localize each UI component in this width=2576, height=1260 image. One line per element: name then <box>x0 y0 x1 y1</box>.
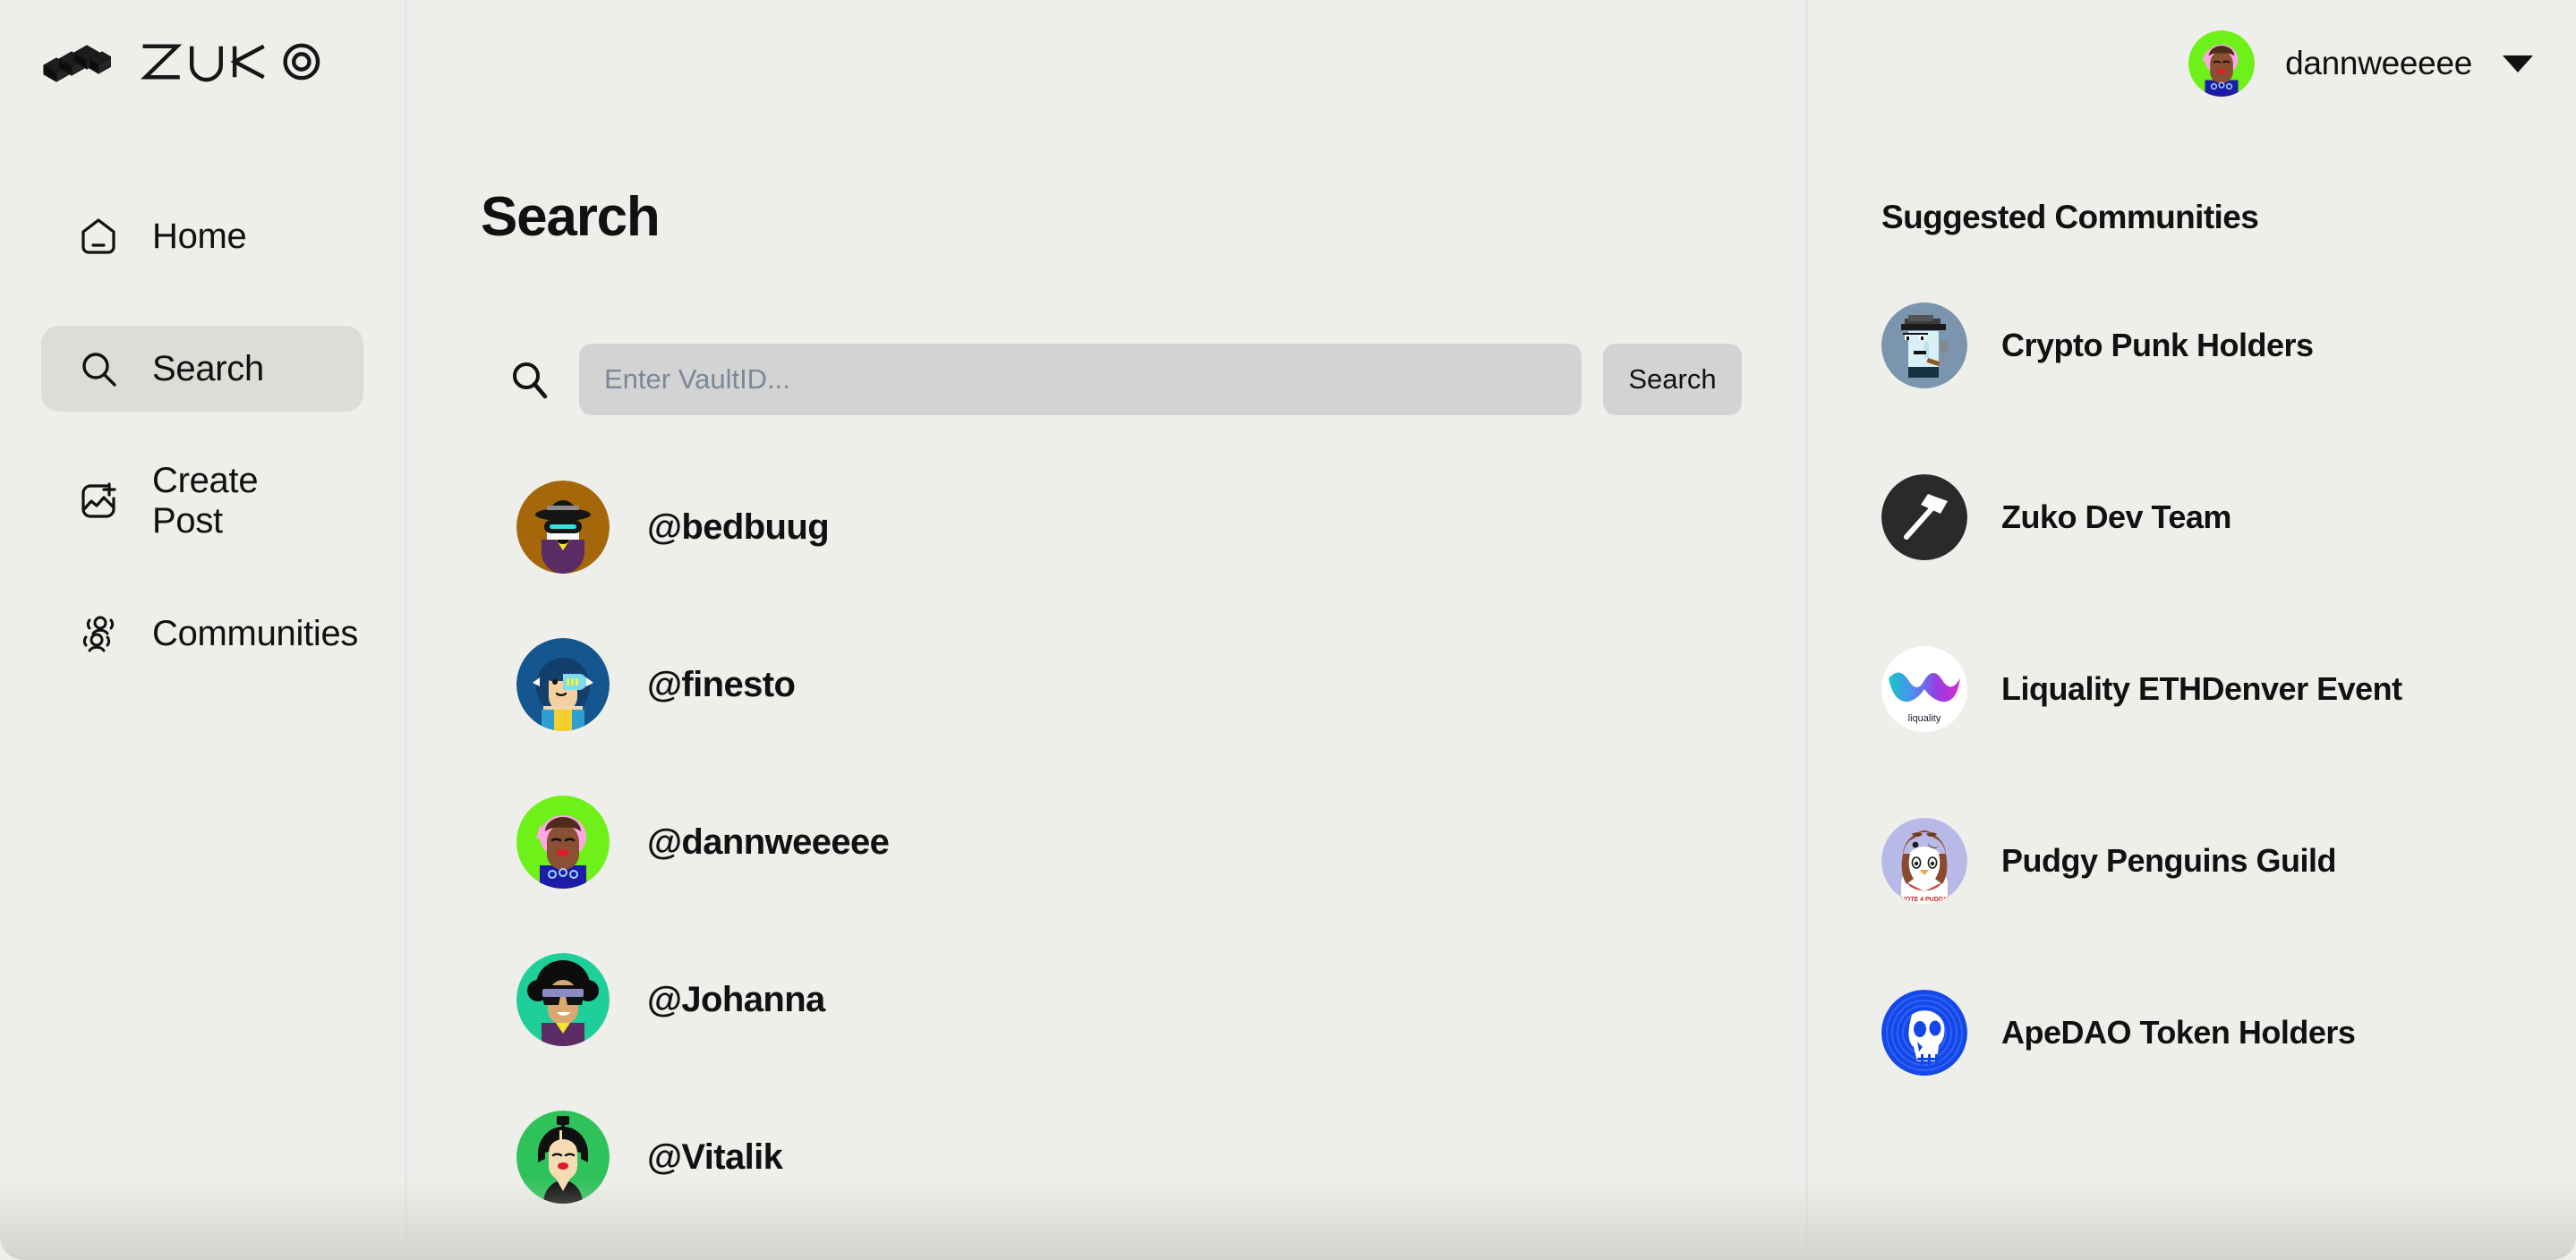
user-name: dannweeeee <box>2285 45 2472 81</box>
search-icon <box>502 352 558 407</box>
list-item[interactable]: Crypto Punk Holders <box>1881 299 2522 392</box>
list-item[interactable]: @Johanna <box>516 950 1752 1049</box>
result-handle: @bedbuug <box>647 507 830 547</box>
suggested-communities-list: Crypto Punk Holders Zuko Dev Team liqual… <box>1881 299 2522 1079</box>
result-handle: @Vitalik <box>647 1137 783 1177</box>
search-results-list: @bedbuug @finesto @dannweeeee @Johanna @… <box>481 478 1752 1206</box>
list-item[interactable]: ApeDAO Token Holders <box>1881 986 2522 1079</box>
suggested-communities-title: Suggested Communities <box>1881 199 2259 235</box>
brand-wordmark-icon <box>134 41 340 82</box>
search-button[interactable]: Search <box>1603 344 1742 415</box>
avatar-bedbuug <box>516 481 610 574</box>
page-title: Search <box>481 186 661 248</box>
avatar-johanna <box>516 953 610 1046</box>
list-item[interactable]: @finesto <box>516 635 1752 734</box>
list-item[interactable]: @dannweeeee <box>516 793 1752 891</box>
brand-logo[interactable] <box>0 30 405 93</box>
user-menu[interactable]: dannweeeee <box>2188 30 2533 97</box>
sidebar-item-search[interactable]: Search <box>41 326 363 412</box>
search-bar: Search <box>481 344 1752 415</box>
svg-text:liquality: liquality <box>1908 713 1941 724</box>
left-sidebar: Home Search Create Post Communities <box>0 0 407 1260</box>
main-content: Search Search <box>407 0 1808 1260</box>
sidebar-item-home[interactable]: Home <box>41 193 363 279</box>
sidebar-item-label: Home <box>152 216 247 256</box>
sidebar-item-create-post[interactable]: Create Post <box>41 458 363 544</box>
app-root: Home Search Create Post Communities Sear… <box>0 0 2576 1260</box>
avatar-liquality: liquality <box>1881 646 1967 732</box>
sidebar-item-label: Create Post <box>152 461 259 541</box>
sidebar-item-communities[interactable]: Communities <box>41 591 363 677</box>
list-item[interactable]: @Vitalik <box>516 1108 1752 1206</box>
avatar-vitalik <box>516 1111 610 1204</box>
result-handle: @finesto <box>647 664 796 704</box>
community-name: Liquality ETHDenver Event <box>2001 670 2402 707</box>
search-input[interactable] <box>579 344 1582 415</box>
result-handle: @dannweeeee <box>647 822 890 862</box>
avatar <box>2188 30 2256 97</box>
list-item[interactable]: Zuko Dev Team <box>1881 471 2522 564</box>
sidebar-item-label: Search <box>152 348 264 388</box>
list-item[interactable]: liquality Liquality ETHDenver Event <box>1881 643 2522 736</box>
search-icon <box>73 344 124 394</box>
community-name: Crypto Punk Holders <box>2001 327 2314 363</box>
avatar-cryptopunk <box>1881 302 1967 388</box>
community-name: Zuko Dev Team <box>2001 498 2231 535</box>
avatar-zuko-hammer <box>1881 474 1967 560</box>
right-sidebar: Suggested Communities Crypto Punk Holder… <box>1808 0 2576 1260</box>
chevron-down-icon[interactable] <box>2503 55 2533 72</box>
sidebar-nav: Home Search Create Post Communities <box>0 193 405 677</box>
avatar-apedao <box>1881 990 1967 1076</box>
create-post-icon <box>73 476 124 526</box>
result-handle: @Johanna <box>647 979 825 1019</box>
home-icon <box>73 211 124 261</box>
communities-icon <box>73 609 124 659</box>
svg-text:VOTE 4 PUDGY: VOTE 4 PUDGY <box>1901 897 1948 903</box>
list-item[interactable]: VOTE 4 PUDGY Pudgy Penguins Guild <box>1881 814 2522 907</box>
community-name: ApeDAO Token Holders <box>2001 1014 2356 1051</box>
sidebar-item-label: Communities <box>152 613 359 653</box>
avatar-pudgy: VOTE 4 PUDGY <box>1881 818 1967 904</box>
community-name: Pudgy Penguins Guild <box>2001 842 2337 879</box>
list-item[interactable]: @bedbuug <box>516 478 1752 576</box>
avatar-dannweeeee <box>516 796 610 889</box>
zuko-cubes-logo-icon <box>41 36 111 88</box>
avatar-finesto <box>516 638 610 731</box>
